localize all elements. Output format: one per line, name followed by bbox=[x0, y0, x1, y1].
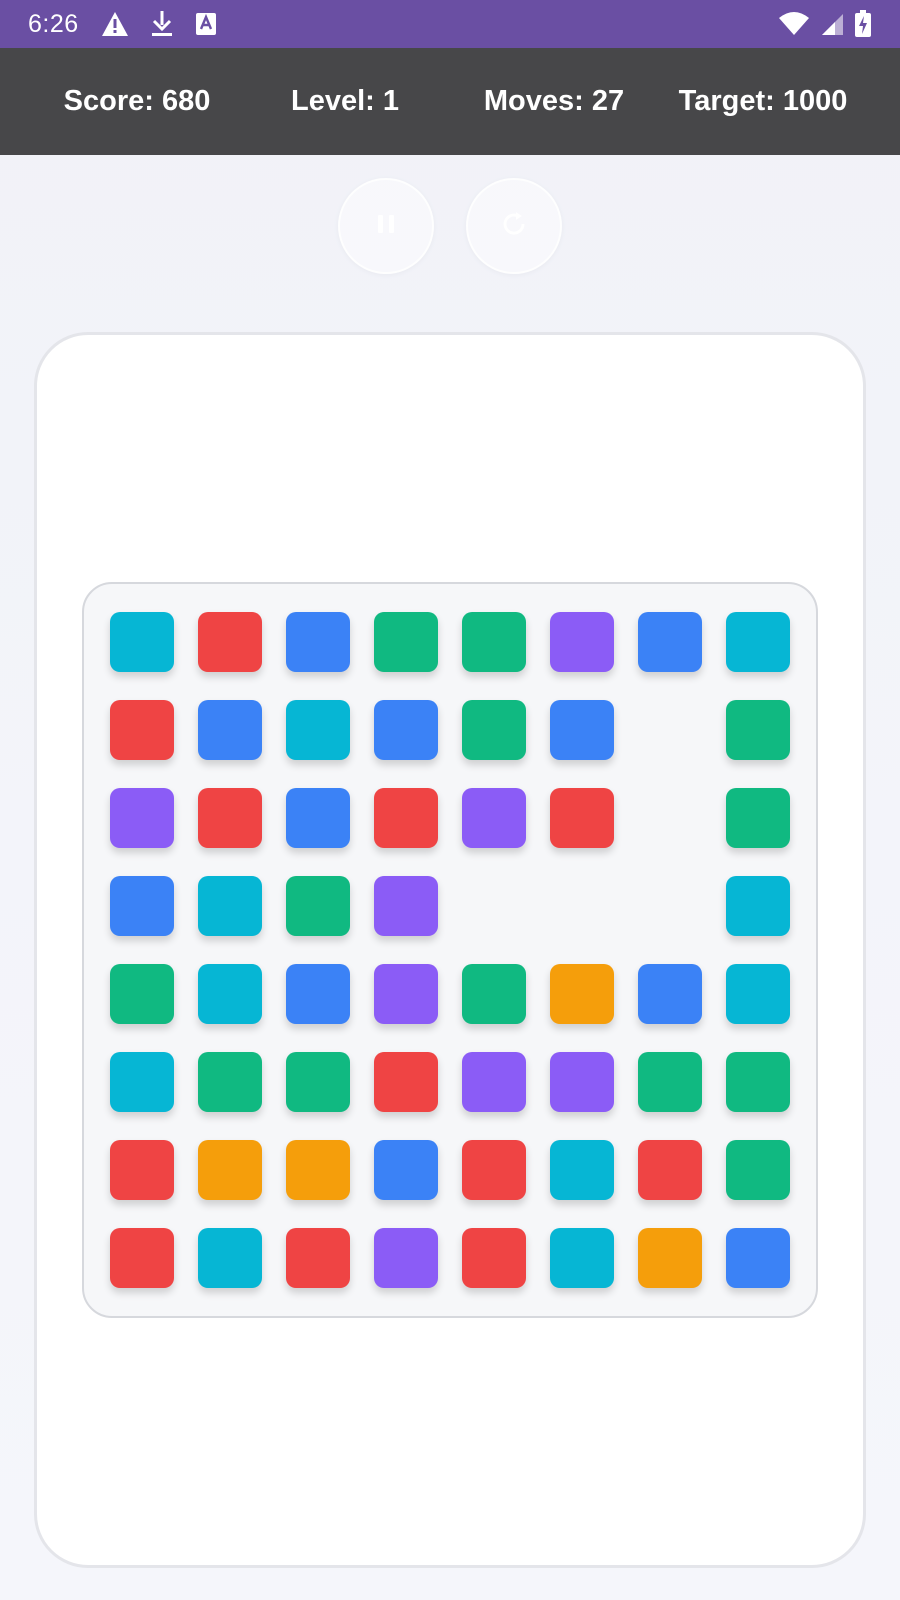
pause-button[interactable] bbox=[338, 178, 434, 274]
tile-cyan[interactable] bbox=[726, 612, 790, 672]
tile-orange[interactable] bbox=[286, 1140, 350, 1200]
score-label: Score: 680 bbox=[63, 85, 211, 117]
tile-blue[interactable] bbox=[110, 876, 174, 936]
level-label: Level: 1 bbox=[291, 85, 399, 117]
tile-green[interactable] bbox=[726, 1052, 790, 1112]
pause-icon bbox=[372, 210, 400, 243]
tile-green[interactable] bbox=[110, 964, 174, 1024]
tile-blue[interactable] bbox=[286, 964, 350, 1024]
tile-orange[interactable] bbox=[550, 964, 614, 1024]
tile-red[interactable] bbox=[110, 1140, 174, 1200]
tile-purple[interactable] bbox=[550, 612, 614, 672]
tile-green[interactable] bbox=[462, 612, 526, 672]
tile-cyan[interactable] bbox=[726, 876, 790, 936]
tile-red[interactable] bbox=[198, 788, 262, 848]
download-icon bbox=[151, 11, 173, 37]
tile-purple[interactable] bbox=[110, 788, 174, 848]
tile-blue[interactable] bbox=[374, 1140, 438, 1200]
tile-green[interactable] bbox=[462, 964, 526, 1024]
tile-orange[interactable] bbox=[198, 1140, 262, 1200]
wifi-icon bbox=[778, 12, 810, 36]
tile-green[interactable] bbox=[198, 1052, 262, 1112]
tile-green[interactable] bbox=[726, 1140, 790, 1200]
tile-red[interactable] bbox=[374, 1052, 438, 1112]
status-bar: 6:26 bbox=[0, 0, 900, 48]
tile-green[interactable] bbox=[638, 1052, 702, 1112]
restart-button[interactable] bbox=[466, 178, 562, 274]
tile-purple[interactable] bbox=[462, 788, 526, 848]
tile-green[interactable] bbox=[286, 1052, 350, 1112]
text-app-icon bbox=[195, 12, 217, 36]
tile-cyan[interactable] bbox=[550, 1228, 614, 1288]
tile-purple[interactable] bbox=[374, 1228, 438, 1288]
tile-blue[interactable] bbox=[638, 964, 702, 1024]
restart-icon bbox=[499, 209, 529, 244]
tile-cyan[interactable] bbox=[198, 1228, 262, 1288]
tile-green[interactable] bbox=[286, 876, 350, 936]
tile-purple[interactable] bbox=[374, 964, 438, 1024]
tile-purple[interactable] bbox=[374, 876, 438, 936]
tile-cyan[interactable] bbox=[726, 964, 790, 1024]
tile-cyan[interactable] bbox=[550, 1140, 614, 1200]
tile-red[interactable] bbox=[638, 1140, 702, 1200]
tile-red[interactable] bbox=[286, 1228, 350, 1288]
signal-icon bbox=[820, 12, 844, 36]
tile-red[interactable] bbox=[198, 612, 262, 672]
battery-charging-icon bbox=[854, 10, 872, 38]
tile-purple[interactable] bbox=[550, 1052, 614, 1112]
tile-orange[interactable] bbox=[638, 1228, 702, 1288]
game-header: Score: 680 Level: 1 Moves: 27 Target: 10… bbox=[0, 48, 900, 155]
tile-cyan[interactable] bbox=[110, 1052, 174, 1112]
tile-green[interactable] bbox=[726, 788, 790, 848]
tile-purple[interactable] bbox=[462, 1052, 526, 1112]
tile-red[interactable] bbox=[110, 1228, 174, 1288]
tile-blue[interactable] bbox=[726, 1228, 790, 1288]
tile-red[interactable] bbox=[462, 1228, 526, 1288]
moves-label: Moves: 27 bbox=[483, 85, 625, 117]
tile-blue[interactable] bbox=[638, 612, 702, 672]
status-time: 6:26 bbox=[28, 9, 79, 38]
tile-red[interactable] bbox=[110, 700, 174, 760]
tile-blue[interactable] bbox=[550, 700, 614, 760]
tile-green[interactable] bbox=[726, 700, 790, 760]
tile-red[interactable] bbox=[550, 788, 614, 848]
tile-blue[interactable] bbox=[374, 700, 438, 760]
tile-red[interactable] bbox=[374, 788, 438, 848]
target-label: Target: 1000 bbox=[678, 85, 848, 117]
tile-cyan[interactable] bbox=[110, 612, 174, 672]
tile-blue[interactable] bbox=[286, 788, 350, 848]
tile-green[interactable] bbox=[374, 612, 438, 672]
tile-cyan[interactable] bbox=[198, 964, 262, 1024]
tile-cyan[interactable] bbox=[286, 700, 350, 760]
tile-red[interactable] bbox=[462, 1140, 526, 1200]
tile-cyan[interactable] bbox=[198, 876, 262, 936]
alert-icon bbox=[101, 11, 129, 37]
tile-blue[interactable] bbox=[198, 700, 262, 760]
game-board bbox=[82, 582, 818, 1318]
tile-blue[interactable] bbox=[286, 612, 350, 672]
tile-green[interactable] bbox=[462, 700, 526, 760]
